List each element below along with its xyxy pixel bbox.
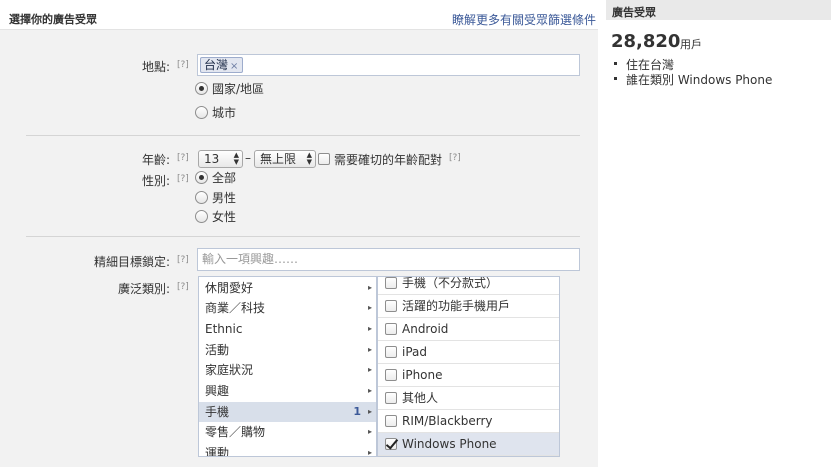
gender-label: 性別: [141, 174, 170, 188]
radio-all-label: 全部 [212, 171, 237, 185]
chevron-right-icon: ▸ [367, 407, 372, 416]
subcategory-item[interactable]: RIM/Blackberry [378, 410, 559, 433]
radio-country[interactable] [195, 82, 208, 95]
subcategory-item[interactable]: Android [378, 318, 559, 341]
location-token-label: 台灣 [204, 58, 229, 72]
chevron-right-icon: ▸ [367, 386, 372, 395]
category-item[interactable]: 興趣 ▸ [199, 381, 376, 401]
category-item[interactable]: Ethnic ▸ [199, 319, 376, 339]
category-item[interactable]: 家庭狀況 ▸ [199, 360, 376, 380]
subcategory-checkbox[interactable] [385, 346, 397, 358]
broad-categories-label: 廣泛類別: [117, 282, 170, 296]
radio-male-label: 男性 [212, 191, 237, 205]
age-help-icon[interactable]: [?] [177, 153, 189, 163]
subcategory-item[interactable]: 手機（不分款式） [378, 277, 559, 295]
subcategory-item[interactable]: iPad [378, 341, 559, 364]
location-label: 地點: [141, 60, 170, 74]
subcategory-checkbox-checked[interactable] [385, 438, 397, 450]
chevron-right-icon: ▸ [367, 345, 372, 354]
spinner-icon: ▲ ▼ [233, 151, 239, 166]
audience-header: 廣告受眾 [606, 0, 831, 20]
age-max-value: 無上限 [260, 152, 297, 166]
radio-female[interactable] [195, 210, 208, 223]
subcategory-checkbox[interactable] [385, 277, 397, 289]
interest-input[interactable]: 輸入一項興趣…… [197, 248, 580, 271]
radio-city[interactable] [195, 106, 208, 119]
subcategory-checkbox[interactable] [385, 415, 397, 427]
broad-categories-help-icon[interactable]: [?] [177, 282, 189, 292]
category-item[interactable]: 商業／科技 ▸ [199, 298, 376, 318]
subcategory-item[interactable]: 其他人 [378, 387, 559, 410]
age-min-select[interactable]: 13 ▲ ▼ [198, 150, 243, 168]
subcategory-item[interactable]: iPhone [378, 364, 559, 387]
radio-female-label: 女性 [212, 210, 237, 224]
subcategory-list: 手機（不分款式） 活躍的功能手機用戶 Android iPad iPhone 其… [377, 276, 560, 457]
age-min-value: 13 [204, 152, 220, 166]
radio-all[interactable] [195, 171, 208, 184]
divider [26, 236, 580, 237]
targeting-panel: 選擇你的廣告受眾 瞭解更多有關受眾篩選條件 地點: [?] 台灣 × 國家/地區 … [0, 0, 598, 467]
exact-age-label: 需要確切的年齡配對 [334, 153, 443, 167]
location-token: 台灣 × [200, 57, 244, 73]
subcategory-checkbox[interactable] [385, 392, 397, 404]
category-item-selected[interactable]: 手機 1 ▸ [199, 402, 376, 422]
subcategory-item-selected[interactable]: Windows Phone [378, 433, 559, 456]
subcategory-checkbox[interactable] [385, 323, 397, 335]
age-max-select[interactable]: 無上限 ▲ ▼ [254, 150, 316, 168]
location-help-icon[interactable]: [?] [177, 60, 189, 70]
targeting-header: 選擇你的廣告受眾 瞭解更多有關受眾篩選條件 [0, 0, 598, 30]
subcategory-item[interactable]: 活躍的功能手機用戶 [378, 295, 559, 318]
chevron-right-icon: ▸ [367, 283, 372, 292]
precise-interests-label: 精細目標鎖定: [93, 255, 170, 269]
radio-city-label: 城市 [212, 106, 237, 120]
token-remove-icon[interactable]: × [230, 61, 238, 72]
reach-count: 28,820 [611, 31, 681, 52]
age-label: 年齡: [141, 153, 170, 167]
audience-title: 廣告受眾 [612, 6, 656, 19]
chevron-right-icon: ▸ [367, 365, 372, 374]
section-title: 選擇你的廣告受眾 [9, 13, 97, 26]
category-item[interactable]: 運動 ▸ [199, 443, 376, 457]
criteria-item: 誰在類別 Windows Phone [614, 71, 772, 88]
divider [26, 135, 580, 136]
category-list: 休閒愛好 ▸ 商業／科技 ▸ Ethnic ▸ 活動 ▸ 家庭狀況 ▸ 興趣 ▸ 手機 1 ▸ … [198, 276, 377, 457]
radio-male[interactable] [195, 191, 208, 204]
location-input[interactable]: 台灣 × [197, 54, 580, 76]
gender-help-icon[interactable]: [?] [177, 174, 189, 184]
subcategory-checkbox[interactable] [385, 369, 397, 381]
exact-age-checkbox[interactable] [318, 153, 330, 165]
category-item[interactable]: 休閒愛好 ▸ [199, 278, 376, 298]
chevron-right-icon: ▸ [367, 427, 372, 436]
category-item[interactable]: 零售／購物 ▸ [199, 422, 376, 442]
chevron-right-icon: ▸ [367, 324, 372, 333]
age-separator: – [245, 151, 251, 165]
exact-age-help-icon[interactable]: [?] [449, 153, 461, 163]
category-item[interactable]: 活動 ▸ [199, 340, 376, 360]
precise-interests-help-icon[interactable]: [?] [177, 255, 189, 265]
reach-unit: 用戶 [680, 38, 702, 51]
audience-panel: 廣告受眾 28,820 用戶 住在台灣 誰在類別 Windows Phone [606, 0, 831, 467]
subcategory-checkbox[interactable] [385, 300, 397, 312]
learn-more-link[interactable]: 瞭解更多有關受眾篩選條件 [452, 11, 596, 28]
radio-country-label: 國家/地區 [212, 82, 265, 96]
chevron-right-icon: ▸ [367, 303, 372, 312]
category-count: 1 [353, 405, 361, 418]
spinner-icon: ▲ ▼ [306, 151, 312, 166]
chevron-right-icon: ▸ [367, 448, 372, 457]
